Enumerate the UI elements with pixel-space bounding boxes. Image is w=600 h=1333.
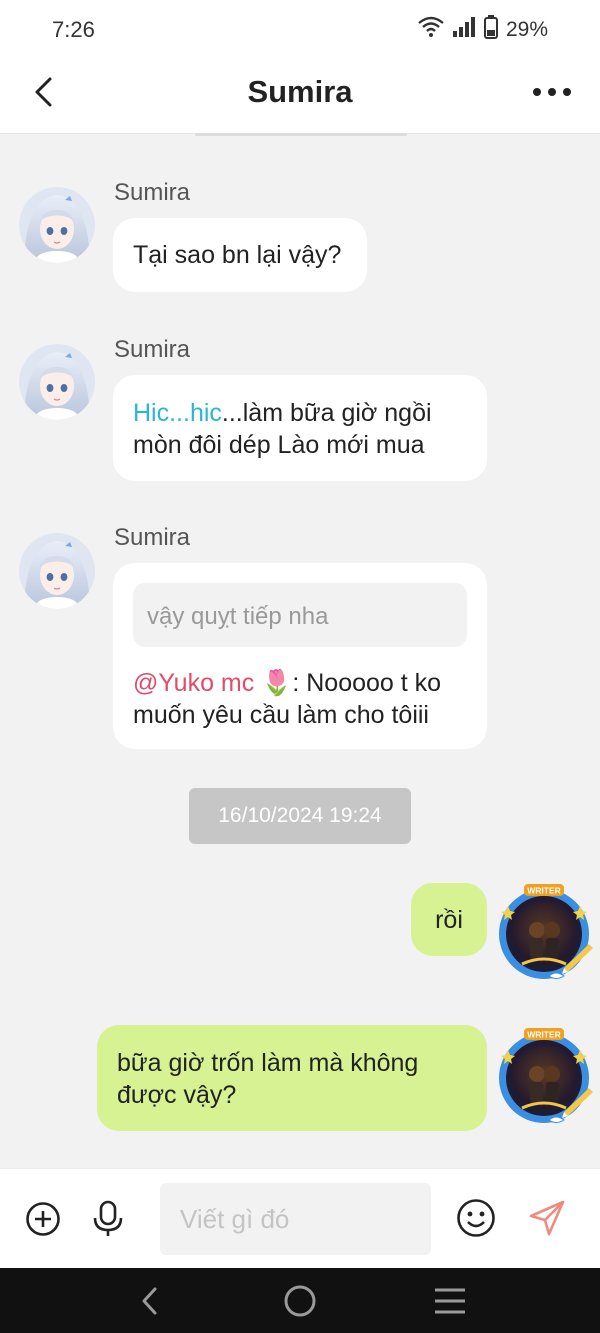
sender-avatar[interactable] [19,533,95,609]
battery-percent: 29% [505,18,548,41]
message-bubble[interactable]: vậy quỵt tiếp nha @Yuko mc 🌷: Nooooo t k… [113,563,487,749]
emoji-button[interactable] [451,1193,501,1243]
sender-avatar[interactable] [19,187,95,263]
sender-name: Sumira [114,524,191,551]
sender-name: Sumira [114,336,191,363]
more-options-button[interactable] [526,72,578,112]
message-text-line: muốn yêu cầu làm cho tôiii [133,701,429,729]
status-time: 7:26 [52,17,95,42]
message-bubble[interactable]: Hic...hic...làm bữa giờ ngồi mòn đôi dép… [113,375,487,481]
send-icon [529,1200,565,1236]
message-text: Tại sao bn lại vậy? [133,241,342,269]
my-avatar[interactable] [494,1026,594,1126]
sender-name: Sumira [114,179,191,206]
message-text: Hic...hic...làm bữa giờ ngồi [133,399,432,427]
message-bubble[interactable]: Tại sao bn lại vậy? [113,218,367,292]
message-input[interactable] [160,1183,431,1255]
voice-button[interactable] [83,1194,133,1244]
plus-icon [26,1202,60,1236]
nav-recents-icon [435,1288,465,1314]
quoted-message[interactable]: vậy quỵt tiếp nha [133,583,467,647]
page-title: Sumira [247,74,353,109]
chat-header: Sumira [0,60,600,134]
tulip-emoji: 🌷 [261,669,293,697]
my-avatar[interactable] [494,882,594,982]
message-input-bar [0,1168,600,1268]
sender-avatar[interactable] [19,344,95,420]
outgoing-message-bubble[interactable]: bữa giờ trốn làm mà không được vậy? [97,1025,487,1131]
signal-icon [452,17,476,43]
add-attachment-button[interactable] [18,1194,68,1244]
status-bar: 7:26 29% [0,0,600,60]
battery-icon [483,15,498,45]
nav-back-icon [142,1287,157,1315]
wifi-icon [418,16,444,44]
mention-link[interactable]: @Yuko mc [133,669,254,697]
message-text: rồi [435,906,463,934]
message-text-line: được vậy? [117,1081,237,1109]
back-button[interactable] [22,70,66,114]
nav-home-button[interactable] [275,1278,325,1324]
nav-recents-button[interactable] [425,1278,475,1324]
timestamp-badge: 16/10/2024 19:24 [189,788,411,844]
status-icons: 29% [418,15,548,45]
outgoing-message-bubble[interactable]: rồi [411,883,487,956]
scroll-indicator [195,133,407,136]
message-text: @Yuko mc 🌷: Nooooo t ko muốn yêu cầu làm… [133,667,483,731]
mic-icon [93,1200,123,1236]
emoji-icon [457,1199,495,1237]
nav-back-button[interactable] [125,1278,175,1324]
message-text: bữa giờ trốn làm mà không [117,1049,419,1077]
message-link[interactable]: Hic...hic [133,399,222,427]
more-icon [533,88,571,96]
message-text-line: mòn đôi dép Lào mới mua [133,431,425,459]
send-button[interactable] [522,1193,572,1243]
system-navigation-bar [0,1268,600,1333]
nav-home-icon [284,1285,316,1317]
back-icon [35,77,52,107]
